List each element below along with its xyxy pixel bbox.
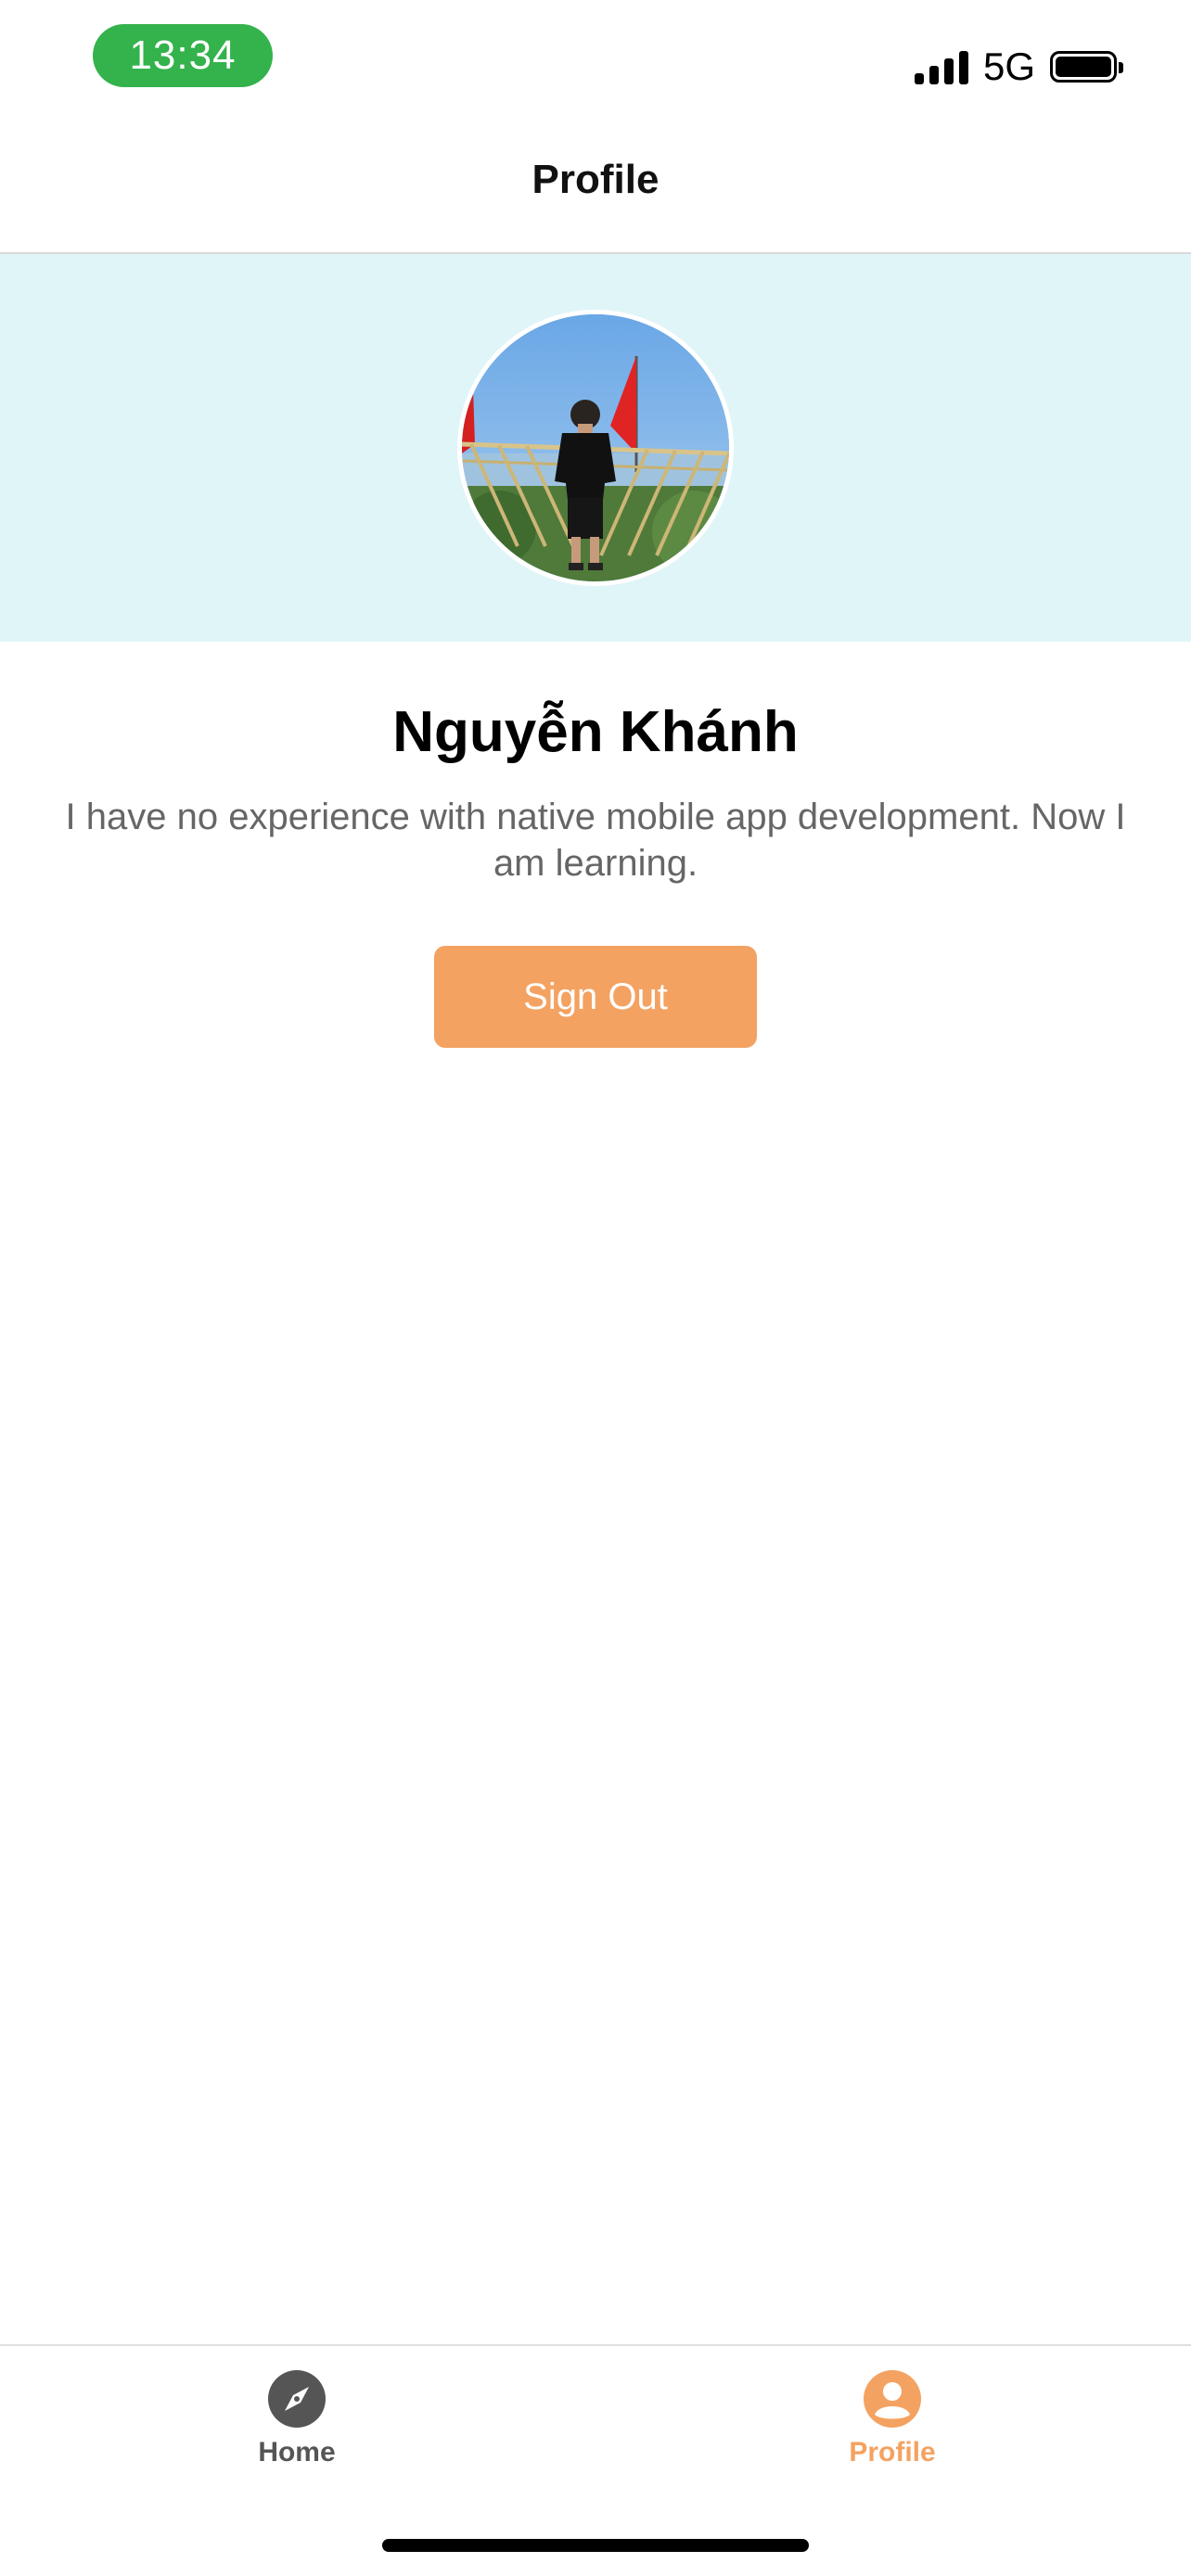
page-title: Profile bbox=[531, 157, 660, 202]
user-circle-icon bbox=[864, 2370, 921, 2428]
compass-icon bbox=[268, 2370, 326, 2428]
status-bar: 13:34 5G bbox=[0, 0, 1191, 121]
tab-profile-label: Profile bbox=[849, 2437, 936, 2468]
battery-icon bbox=[1050, 51, 1123, 83]
signal-icon bbox=[914, 49, 968, 84]
tab-profile[interactable]: Profile bbox=[800, 2368, 985, 2468]
status-indicators: 5G bbox=[914, 41, 1123, 93]
status-time[interactable]: 13:34 bbox=[93, 24, 273, 87]
avatar[interactable] bbox=[457, 310, 734, 586]
avatar-photo bbox=[462, 314, 729, 581]
profile-name: Nguyễn Khánh bbox=[392, 700, 799, 764]
profile-screen: 13:34 5G Profile Nguyễn Khánh I have no … bbox=[0, 0, 1191, 2576]
profile-banner bbox=[0, 254, 1191, 642]
home-indicator[interactable] bbox=[382, 2539, 809, 2552]
navigation-bar: Profile bbox=[0, 121, 1191, 254]
tab-home[interactable]: Home bbox=[204, 2368, 390, 2468]
tab-home-label: Home bbox=[258, 2437, 336, 2468]
sign-out-button[interactable]: Sign Out bbox=[434, 946, 757, 1048]
network-label: 5G bbox=[982, 45, 1035, 88]
profile-bio: I have no experience with native mobile … bbox=[65, 797, 1126, 884]
